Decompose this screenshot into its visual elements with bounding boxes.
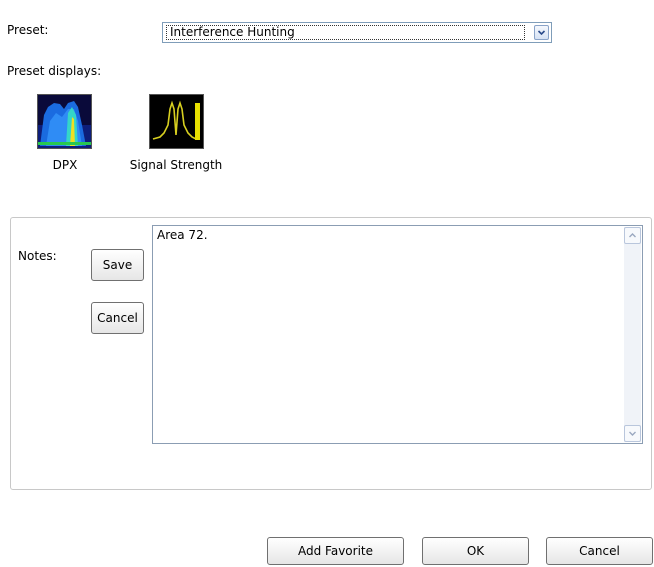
signal-strength-icon[interactable]: [149, 94, 204, 149]
add-favorite-button[interactable]: Add Favorite: [267, 537, 404, 565]
notes-textarea[interactable]: Area 72.: [152, 225, 643, 444]
display-label-dpx: DPX: [52, 158, 78, 172]
notes-scrollbar[interactable]: [624, 227, 641, 442]
chevron-up-icon: [629, 233, 636, 238]
save-notes-button[interactable]: Save: [91, 249, 144, 281]
preset-dropdown[interactable]: Interference Hunting: [162, 22, 552, 43]
cancel-notes-button[interactable]: Cancel: [91, 302, 144, 334]
ok-button[interactable]: OK: [422, 537, 529, 565]
preset-dropdown-value: Interference Hunting: [166, 25, 525, 40]
preset-displays-label: Preset displays:: [7, 64, 102, 78]
chevron-down-icon[interactable]: [534, 25, 549, 40]
notes-label: Notes:: [18, 249, 57, 263]
dpx-spectrum-icon[interactable]: [37, 94, 92, 149]
notes-text: Area 72.: [157, 228, 208, 242]
scroll-down-button[interactable]: [624, 425, 641, 442]
display-label-signal-strength: Signal Strength: [129, 158, 223, 172]
cancel-button[interactable]: Cancel: [546, 537, 653, 565]
chevron-down-icon: [629, 431, 636, 436]
scroll-up-button[interactable]: [624, 227, 641, 244]
preset-label: Preset:: [7, 23, 49, 37]
